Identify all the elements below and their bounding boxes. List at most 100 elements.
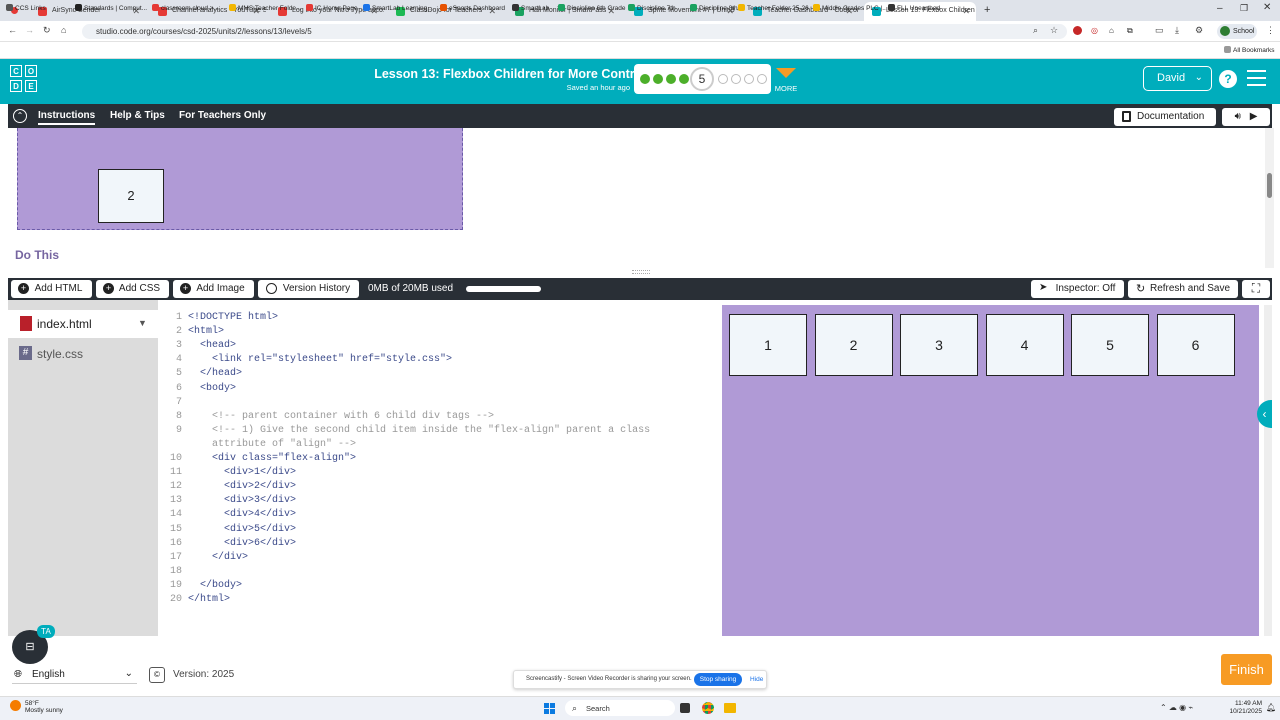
refresh-save-button[interactable]: ↻ Refresh and Save <box>1128 280 1238 298</box>
extension-icons[interactable]: ◎ ⌂ ⧉ <box>1073 26 1143 36</box>
bookmark-item[interactable]: SmartLab Learning... <box>363 4 433 12</box>
code-line[interactable]: </div> <box>188 552 248 563</box>
add-image-button[interactable]: + Add Image <box>173 280 254 298</box>
code-line[interactable]: <link rel="stylesheet" href="style.css"> <box>188 354 452 365</box>
level-dot-incomplete[interactable] <box>731 74 741 84</box>
profile-chip[interactable]: School <box>1217 24 1257 39</box>
inspector-toggle-button[interactable]: ➤ Inspector: Off <box>1031 280 1124 298</box>
bookmark-item[interactable]: Discipline 7th <box>628 4 676 12</box>
bookmark-item[interactable]: FLL Unearthed <box>888 4 940 12</box>
code-line[interactable]: <div>4</div> <box>188 509 296 520</box>
bookmark-item[interactable]: Middle Grades PLC |... <box>813 4 888 12</box>
level-dot-complete[interactable] <box>666 74 676 84</box>
tab-help-tips[interactable]: Help & Tips <box>110 110 165 121</box>
level-dot-complete[interactable] <box>679 74 689 84</box>
add-html-button[interactable]: + Add HTML <box>11 280 92 298</box>
language-select[interactable]: 🌐︎ English ⌄ <box>12 666 137 684</box>
code-line[interactable]: <div>1</div> <box>188 467 296 478</box>
bookmark-item[interactable]: IC Home Page <box>306 4 358 12</box>
file-explorer-icon[interactable] <box>724 703 736 713</box>
code-line[interactable]: </head> <box>188 368 242 379</box>
code-line[interactable]: </body> <box>188 580 242 591</box>
sidepanel-icon[interactable]: ▭ <box>1155 25 1164 36</box>
code-line[interactable]: <html> <box>188 326 224 337</box>
codeorg-logo[interactable]: C O D E <box>10 63 40 93</box>
hide-notice-link[interactable]: Hide <box>750 676 763 683</box>
help-button[interactable]: ? <box>1219 70 1237 88</box>
all-bookmarks[interactable]: All Bookmarks <box>1224 46 1275 54</box>
code-line[interactable]: <div class="flex-align"> <box>188 453 356 464</box>
collapse-instructions-icon[interactable]: ⌃ <box>13 109 27 123</box>
bookmark-item[interactable]: SmartLab <box>512 4 549 12</box>
bookmark-item[interactable]: MMS Teacher Folde... <box>229 4 301 12</box>
url-field[interactable]: studio.code.org/courses/csd-2025/units/2… <box>82 24 1067 39</box>
back-icon[interactable]: ← <box>8 25 17 35</box>
text-to-speech-button[interactable]: 🔊︎ ▶ <box>1222 108 1270 126</box>
fullscreen-button[interactable]: ⛶ <box>1242 280 1270 298</box>
hamburger-menu-icon[interactable] <box>1247 70 1266 86</box>
bookmark-item[interactable]: Discipline 8th <box>690 4 738 12</box>
bookmark-item[interactable]: Standards | Comput... <box>75 4 147 12</box>
download-icon[interactable]: ⤓ <box>1175 25 1179 36</box>
version-history-button[interactable]: Version History <box>258 280 359 298</box>
minimize-icon[interactable]: – <box>1217 3 1223 14</box>
file-item-index-html[interactable]: index.html ▼ <box>8 310 158 338</box>
code-line[interactable]: <div>2</div> <box>188 481 296 492</box>
preview-scrollbar[interactable] <box>1264 305 1272 636</box>
tab-teachers-only[interactable]: For Teachers Only <box>179 110 266 121</box>
tab-instructions[interactable]: Instructions <box>38 110 96 125</box>
reload-icon[interactable]: ↻ <box>43 25 51 36</box>
level-dot-incomplete[interactable] <box>757 74 767 84</box>
new-tab-button[interactable]: + <box>984 4 990 16</box>
bookmark-item[interactable]: Teacher Folder 25-26 <box>738 4 809 12</box>
code-line[interactable]: <head> <box>188 340 236 351</box>
file-item-style-css[interactable]: # style.css <box>8 342 158 366</box>
chrome-icon[interactable] <box>702 702 714 714</box>
code-line[interactable]: <body> <box>188 383 236 394</box>
copyright-icon[interactable]: © <box>149 667 165 683</box>
extension-record-icon[interactable] <box>1073 26 1082 35</box>
bookmark-item[interactable]: Discipline 6th Grade <box>558 4 626 12</box>
code-line[interactable]: attribute of "align" --> <box>188 439 356 450</box>
bookmark-item[interactable]: CCS Links <box>6 4 46 12</box>
extension-house-icon[interactable]: ⌂ <box>1109 26 1114 35</box>
scroll-thumb[interactable] <box>1267 173 1272 198</box>
zoom-icon[interactable]: ⌕ <box>1033 25 1038 36</box>
file-menu-caret-icon[interactable]: ▼ <box>138 318 147 328</box>
taskbar-clock[interactable]: 11:49 AM 10/21/2025 <box>1210 700 1262 716</box>
notification-bell-icon[interactable]: 🔔︎ <box>1266 703 1276 712</box>
taskbar-search[interactable]: ⌕ Search <box>565 700 675 716</box>
instructions-scrollbar[interactable] <box>1265 128 1274 268</box>
windows-start-icon[interactable] <box>544 703 556 715</box>
code-line[interactable]: <div>3</div> <box>188 495 296 506</box>
current-level-bubble[interactable]: 5 <box>690 67 714 91</box>
resize-handle[interactable] <box>632 270 650 274</box>
close-tab-icon[interactable]: ✕ <box>962 6 970 17</box>
tray-icons[interactable]: ⌃ ☁ ◉ ⌁ <box>1160 703 1208 712</box>
menu-dots-icon[interactable]: ⋮ <box>1266 25 1275 36</box>
weather-widget[interactable]: 58°F Mostly sunny <box>10 700 63 714</box>
taskbar-app-icon[interactable] <box>680 703 690 713</box>
level-dot-complete[interactable] <box>640 74 650 84</box>
bookmark-star-icon[interactable]: ☆ <box>1050 25 1058 36</box>
extensions-puzzle-icon[interactable]: ⧉ <box>1127 26 1133 36</box>
code-line[interactable]: <!-- parent container with 6 child div t… <box>188 411 494 422</box>
documentation-button[interactable]: Documentation <box>1114 108 1216 126</box>
level-dot-incomplete[interactable] <box>744 74 754 84</box>
settings-icon[interactable]: ⚙ <box>1195 25 1203 36</box>
home-icon[interactable]: ⌂ <box>61 25 66 35</box>
finish-button[interactable]: Finish <box>1221 654 1272 685</box>
code-line[interactable]: <div>5</div> <box>188 524 296 535</box>
code-line[interactable]: <!-- 1) Give the second child item insid… <box>188 425 650 436</box>
level-dot-complete[interactable] <box>653 74 663 84</box>
level-dot-incomplete[interactable] <box>718 74 728 84</box>
code-line[interactable]: <div>6</div> <box>188 538 296 549</box>
stop-sharing-button[interactable]: Stop sharing <box>694 673 742 686</box>
bookmark-item[interactable]: classroom.cloud >... <box>152 4 219 12</box>
maximize-icon[interactable]: ❐ <box>1240 3 1248 14</box>
code-line[interactable]: <!DOCTYPE html> <box>188 312 278 323</box>
more-button[interactable]: MORE <box>773 64 799 96</box>
extension-cast-icon[interactable]: ◎ <box>1091 26 1098 35</box>
bookmark-item[interactable]: eSports Dashboard <box>440 4 505 12</box>
code-line[interactable]: </html> <box>188 594 230 605</box>
